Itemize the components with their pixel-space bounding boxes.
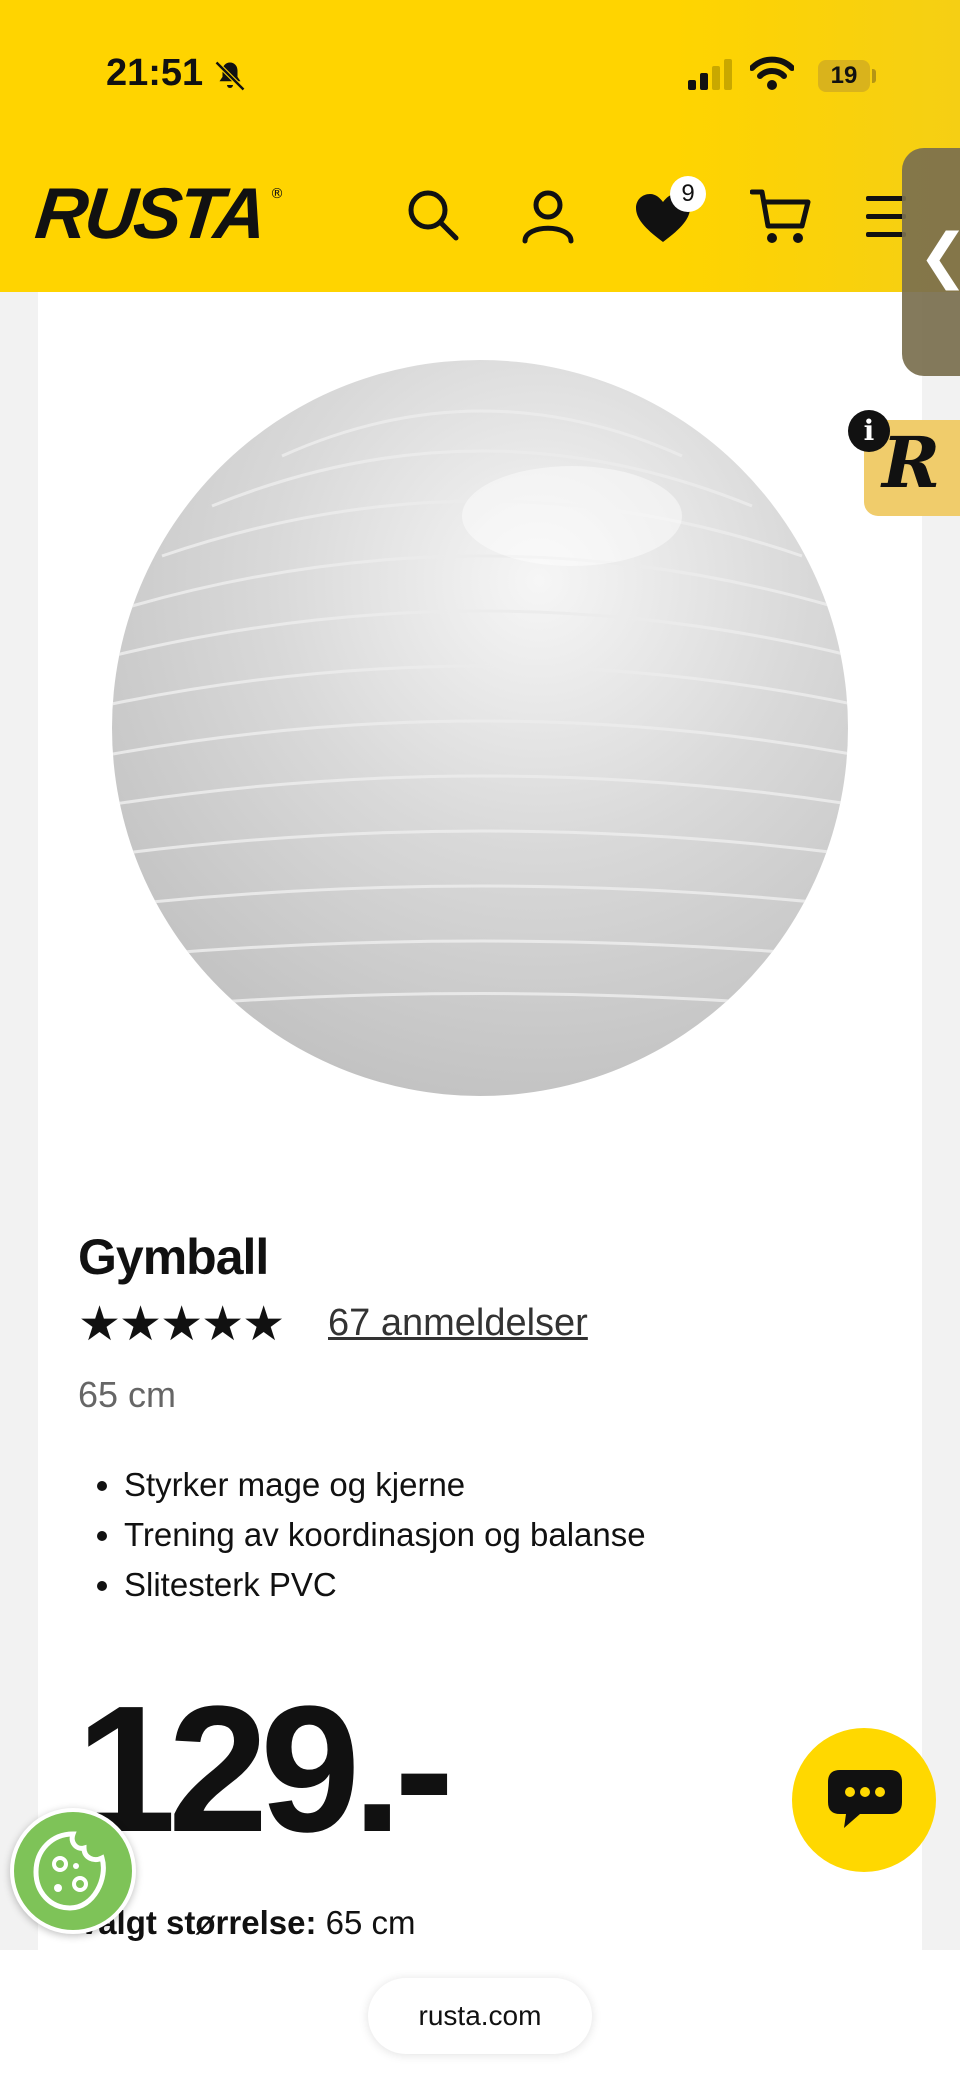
product-size: 65 cm [78,1374,177,1415]
info-icon[interactable]: i [848,410,890,452]
reward-logo: R [882,421,941,504]
cookie-icon [32,1830,114,1916]
chevron-left-icon: ❮ [918,226,960,286]
wishlist-count-badge: 9 [670,176,706,212]
feature-item: Slitesterk PVC [124,1560,646,1610]
menu-icon[interactable] [866,194,906,244]
rating-stars-icon: ★★★★★ [78,1296,285,1352]
status-time: 21:51 [106,52,204,94]
selected-size: Valgt størrelse: 65 cm [78,1904,415,1942]
reviews-link[interactable]: 67 anmeldelser [328,1302,588,1345]
cookie-settings-button[interactable] [10,1808,136,1934]
cart-icon[interactable] [749,188,812,250]
user-icon[interactable] [520,188,576,248]
product-image-gymball[interactable] [102,356,862,1100]
logo-registered-mark: ® [270,186,284,202]
search-icon[interactable] [406,188,460,246]
rusta-logo[interactable]: RUSTA [32,174,268,254]
feature-item: Styrker mage og kjerne [124,1460,646,1510]
battery-icon: 19 [818,60,870,92]
selected-size-value: 65 cm [325,1904,416,1941]
wifi-icon [749,56,795,96]
battery-tip [872,69,876,83]
chat-button[interactable] [792,1728,936,1872]
product-price: 129.- [76,1669,454,1870]
address-bar[interactable]: rusta.com [368,1978,592,2054]
feature-list: Styrker mage og kjerne Trening av koordi… [78,1460,646,1610]
feature-item: Trening av koordinasjon og balanse [124,1510,646,1560]
chat-bubble-icon [826,1768,904,1834]
signal-icon [688,58,734,96]
product-title: Gymball [78,1229,269,1285]
bell-slash-icon [212,58,248,98]
